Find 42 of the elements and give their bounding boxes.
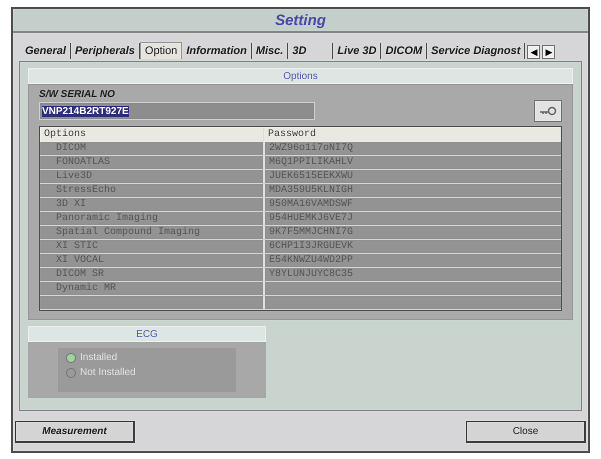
password-text: M6Q1PPILIKAHLV bbox=[269, 157, 354, 168]
option-name: FONOATLAS bbox=[56, 157, 110, 168]
tab[interactable]: Service Diagnost bbox=[427, 43, 526, 59]
tab[interactable]: Information bbox=[182, 43, 252, 59]
tab[interactable]: 3D bbox=[288, 43, 334, 59]
password-text: MDA359U5KLNIGH bbox=[269, 185, 354, 196]
scroll-left-button[interactable]: ◀ bbox=[527, 45, 540, 59]
option-name: Dynamic MR bbox=[56, 283, 116, 294]
password-text: 9K7F5MMJCHNI7G bbox=[269, 227, 354, 238]
option-name: Live3D bbox=[56, 171, 92, 182]
option-name: DICOM bbox=[56, 143, 86, 154]
option-name: DICOM SR bbox=[56, 269, 104, 280]
option-name: XI STIC bbox=[56, 241, 98, 252]
tab[interactable]: Misc. bbox=[252, 43, 288, 59]
serial-label: S/W SERIAL NO bbox=[39, 89, 116, 100]
option-name: XI VOCAL bbox=[56, 255, 104, 266]
measurement-button[interactable]: Measurement bbox=[15, 421, 135, 443]
password-text: 2WZ96o1i7oNI7Q bbox=[269, 143, 354, 154]
option-name: StressEcho bbox=[56, 185, 116, 196]
serial-field[interactable]: VNP214B2RT927E bbox=[39, 102, 315, 120]
password-text: Y8YLUNJUYC8C35 bbox=[269, 269, 354, 280]
column-header: Options bbox=[40, 127, 264, 142]
tab[interactable]: Option bbox=[140, 42, 182, 59]
close-button[interactable]: Close bbox=[466, 421, 586, 443]
password-text: 954HUEMKJ6VE7J bbox=[269, 213, 354, 224]
password-text: 950MA16VAMDSWF bbox=[269, 199, 354, 210]
password-text: E54KNWZU4WD2PP bbox=[269, 255, 354, 266]
password-text: 6CHP1I3JRGUEVK bbox=[269, 241, 354, 252]
key-icon bbox=[539, 106, 557, 116]
tab[interactable]: DICOM bbox=[381, 43, 428, 59]
window-title: Setting bbox=[13, 9, 588, 33]
group-title: ECG bbox=[28, 326, 266, 342]
option-name: 3D XI bbox=[56, 199, 86, 210]
group-title: Options bbox=[28, 68, 573, 84]
option-name: Spatial Compound Imaging bbox=[56, 227, 200, 238]
password-text: JUEK6515EEKXWU bbox=[269, 171, 354, 182]
tab[interactable]: Live 3D bbox=[333, 43, 382, 59]
tab[interactable]: General bbox=[21, 43, 71, 59]
scroll-right-button[interactable]: ▶ bbox=[542, 45, 556, 59]
column-header: Password bbox=[264, 127, 561, 142]
option-name: Panoramic Imaging bbox=[56, 213, 158, 224]
key-button[interactable] bbox=[534, 100, 562, 122]
